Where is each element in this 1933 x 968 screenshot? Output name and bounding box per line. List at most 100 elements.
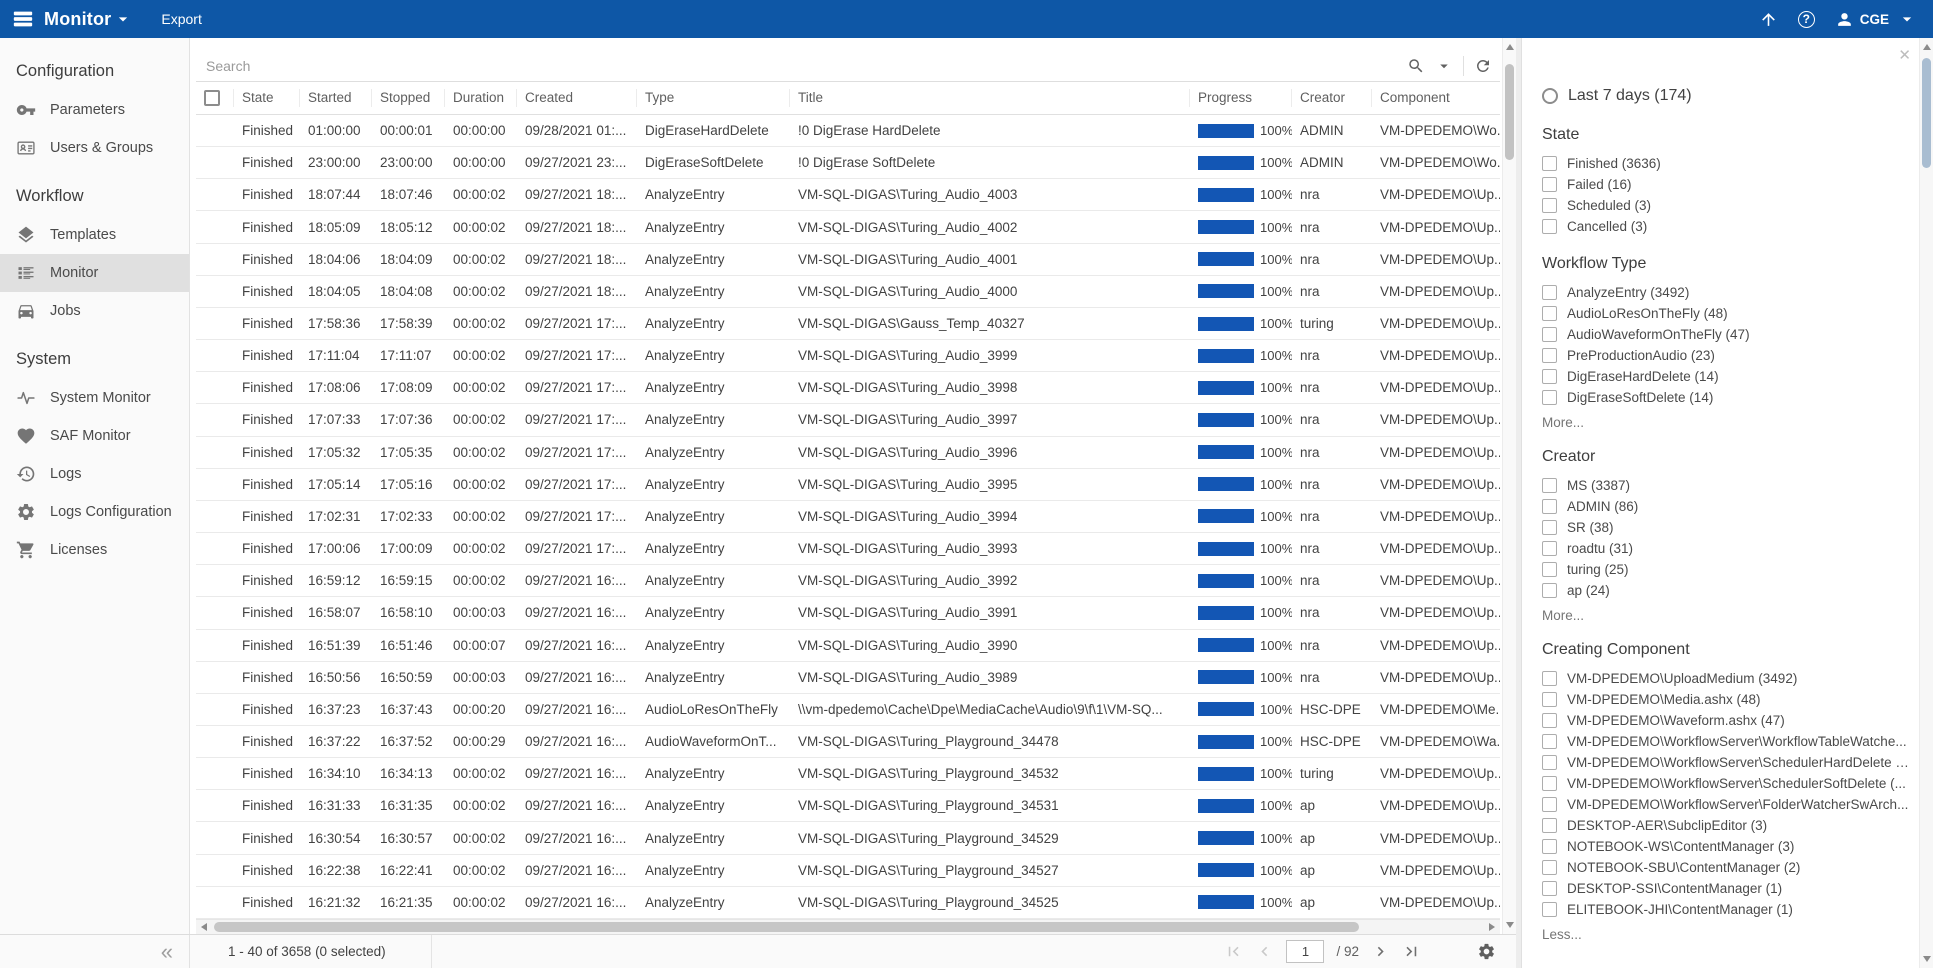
pagination-next-button[interactable] <box>1371 942 1390 961</box>
sidebar-item-logs-configuration[interactable]: Logs Configuration <box>0 493 189 531</box>
scrollbar-track[interactable] <box>212 920 1484 934</box>
table-row[interactable]: Finished17:08:0617:08:0900:00:0209/27/20… <box>196 372 1500 404</box>
sidebar-item-licenses[interactable]: Licenses <box>0 531 189 569</box>
column-header-started[interactable]: Started <box>300 89 372 107</box>
filter-option[interactable]: ELITEBOOK-JHI\ContentManager (1) <box>1542 899 1911 920</box>
filter-option[interactable]: NOTEBOOK-SBU\ContentManager (2) <box>1542 857 1911 878</box>
table-row[interactable]: Finished16:30:5416:30:5700:00:0209/27/20… <box>196 822 1500 854</box>
filter-option[interactable]: roadtu (31) <box>1542 538 1911 559</box>
filter-option[interactable]: VM-DPEDEMO\Waveform.ashx (47) <box>1542 710 1911 731</box>
upload-icon[interactable] <box>1759 10 1778 29</box>
scroll-down-icon[interactable] <box>1503 918 1516 932</box>
chevron-down-icon[interactable] <box>1431 53 1457 79</box>
filter-option[interactable]: DigEraseHardDelete (14) <box>1542 366 1911 387</box>
sidebar-item-jobs[interactable]: Jobs <box>0 292 189 330</box>
user-menu[interactable]: CGE <box>1835 9 1917 29</box>
table-row[interactable]: Finished17:05:1417:05:1600:00:0209/27/20… <box>196 469 1500 501</box>
close-icon[interactable]: ✕ <box>1898 46 1911 64</box>
table-row[interactable]: Finished16:50:5616:50:5900:00:0309/27/20… <box>196 662 1500 694</box>
table-scrollbar[interactable] <box>1502 38 1516 934</box>
filter-option[interactable]: ap (24) <box>1542 580 1911 601</box>
filter-option[interactable]: NOTEBOOK-WS\ContentManager (3) <box>1542 836 1911 857</box>
filter-option[interactable]: Scheduled (3) <box>1542 195 1911 216</box>
table-row[interactable]: Finished23:00:0023:00:0000:00:0009/27/20… <box>196 147 1500 179</box>
filter-option[interactable]: Cancelled (3) <box>1542 216 1911 237</box>
filter-option[interactable]: AudioWaveformOnTheFly (47) <box>1542 324 1911 345</box>
filter-option[interactable]: PreProductionAudio (23) <box>1542 345 1911 366</box>
filter-option[interactable]: VM-DPEDEMO\WorkflowServer\FolderWatcherS… <box>1542 794 1911 815</box>
filter-more-link[interactable]: More... <box>1542 608 1911 623</box>
column-header-state[interactable]: State <box>234 89 300 107</box>
scrollbar-thumb[interactable] <box>214 922 1359 932</box>
panel-scrollbar[interactable] <box>1919 38 1933 968</box>
filter-less-link[interactable]: Less... <box>1542 927 1911 942</box>
table-row[interactable]: Finished16:37:2316:37:4300:00:2009/27/20… <box>196 694 1500 726</box>
scrollbar-thumb[interactable] <box>1505 64 1514 160</box>
filter-option[interactable]: AudioLoResOnTheFly (48) <box>1542 303 1911 324</box>
sidebar-item-users-groups[interactable]: Users & Groups <box>0 129 189 167</box>
filter-option[interactable]: VM-DPEDEMO\UploadMedium (3492) <box>1542 668 1911 689</box>
filter-option[interactable]: VM-DPEDEMO\WorkflowServer\SchedulerSoftD… <box>1542 773 1911 794</box>
table-row[interactable]: Finished17:05:3217:05:3500:00:0209/27/20… <box>196 437 1500 469</box>
table-row[interactable]: Finished16:37:2216:37:5200:00:2909/27/20… <box>196 726 1500 758</box>
filter-option[interactable]: ADMIN (86) <box>1542 496 1911 517</box>
sidebar-item-parameters[interactable]: Parameters <box>0 91 189 129</box>
scroll-up-icon[interactable] <box>1503 40 1516 54</box>
pagination-first-button[interactable] <box>1224 942 1243 961</box>
filter-option[interactable]: DigEraseSoftDelete (14) <box>1542 387 1911 408</box>
collapse-sidebar-icon[interactable]: « <box>161 942 173 962</box>
search-icon[interactable] <box>1403 53 1429 79</box>
chevron-down-icon[interactable] <box>113 9 133 29</box>
scrollbar-thumb[interactable] <box>1922 58 1931 168</box>
filter-option[interactable]: MS (3387) <box>1542 475 1911 496</box>
filter-option[interactable]: AnalyzeEntry (3492) <box>1542 282 1911 303</box>
filter-option[interactable]: VM-DPEDEMO\WorkflowServer\WorkflowTableW… <box>1542 731 1911 752</box>
column-header-creator[interactable]: Creator <box>1292 89 1372 107</box>
column-header-title[interactable]: Title <box>790 89 1190 107</box>
filter-option[interactable]: SR (38) <box>1542 517 1911 538</box>
column-header-created[interactable]: Created <box>517 89 637 107</box>
help-icon[interactable]: ? <box>1798 11 1815 28</box>
scroll-down-icon[interactable] <box>1920 952 1933 966</box>
horizontal-scrollbar[interactable] <box>196 919 1500 934</box>
scroll-up-icon[interactable] <box>1920 40 1933 54</box>
filter-option[interactable]: Failed (16) <box>1542 174 1911 195</box>
sidebar-item-system-monitor[interactable]: System Monitor <box>0 379 189 417</box>
search-input[interactable] <box>196 58 1403 74</box>
filter-option[interactable]: DESKTOP-SSI\ContentManager (1) <box>1542 878 1911 899</box>
filter-option[interactable]: VM-DPEDEMO\WorkflowServer\SchedulerHardD… <box>1542 752 1911 773</box>
table-row[interactable]: Finished17:11:0417:11:0700:00:0209/27/20… <box>196 340 1500 372</box>
scroll-left-icon[interactable] <box>196 920 212 934</box>
sidebar-item-saf-monitor[interactable]: SAF Monitor <box>0 417 189 455</box>
table-row[interactable]: Finished01:00:0000:00:0100:00:0009/28/20… <box>196 115 1500 147</box>
sidebar-item-monitor[interactable]: Monitor <box>0 254 189 292</box>
column-header-component[interactable]: Component <box>1372 89 1500 107</box>
table-row[interactable]: Finished16:34:1016:34:1300:00:0209/27/20… <box>196 758 1500 790</box>
column-header-duration[interactable]: Duration <box>445 89 517 107</box>
filter-option[interactable]: DESKTOP-AER\SubclipEditor (3) <box>1542 815 1911 836</box>
filter-option[interactable]: turing (25) <box>1542 559 1911 580</box>
refresh-icon[interactable] <box>1470 53 1496 79</box>
filter-more-link[interactable]: More... <box>1542 415 1911 430</box>
table-row[interactable]: Finished17:00:0617:00:0900:00:0209/27/20… <box>196 533 1500 565</box>
table-row[interactable]: Finished16:21:3216:21:3500:00:0209/27/20… <box>196 887 1500 919</box>
settings-icon[interactable] <box>1477 942 1496 961</box>
column-header-stopped[interactable]: Stopped <box>372 89 445 107</box>
table-row[interactable]: Finished16:59:1216:59:1500:00:0209/27/20… <box>196 565 1500 597</box>
column-header-type[interactable]: Type <box>637 89 790 107</box>
filter-option[interactable]: Finished (3636) <box>1542 153 1911 174</box>
page-input[interactable] <box>1286 940 1324 963</box>
table-row[interactable]: Finished18:05:0918:05:1200:00:0209/27/20… <box>196 211 1500 243</box>
table-row[interactable]: Finished16:31:3316:31:3500:00:0209/27/20… <box>196 790 1500 822</box>
select-all-checkbox[interactable] <box>204 90 220 106</box>
table-row[interactable]: Finished18:07:4418:07:4600:00:0209/27/20… <box>196 179 1500 211</box>
time-filter-option[interactable]: Last 7 days (174) <box>1542 84 1911 108</box>
table-row[interactable]: Finished17:07:3317:07:3600:00:0209/27/20… <box>196 404 1500 436</box>
table-row[interactable]: Finished17:58:3617:58:3900:00:0209/27/20… <box>196 308 1500 340</box>
table-row[interactable]: Finished16:58:0716:58:1000:00:0309/27/20… <box>196 597 1500 629</box>
menu-export[interactable]: Export <box>161 11 201 27</box>
table-row[interactable]: Finished18:04:0518:04:0800:00:0209/27/20… <box>196 276 1500 308</box>
column-header-progress[interactable]: Progress <box>1190 89 1292 107</box>
sidebar-item-logs[interactable]: Logs <box>0 455 189 493</box>
pagination-prev-button[interactable] <box>1255 942 1274 961</box>
